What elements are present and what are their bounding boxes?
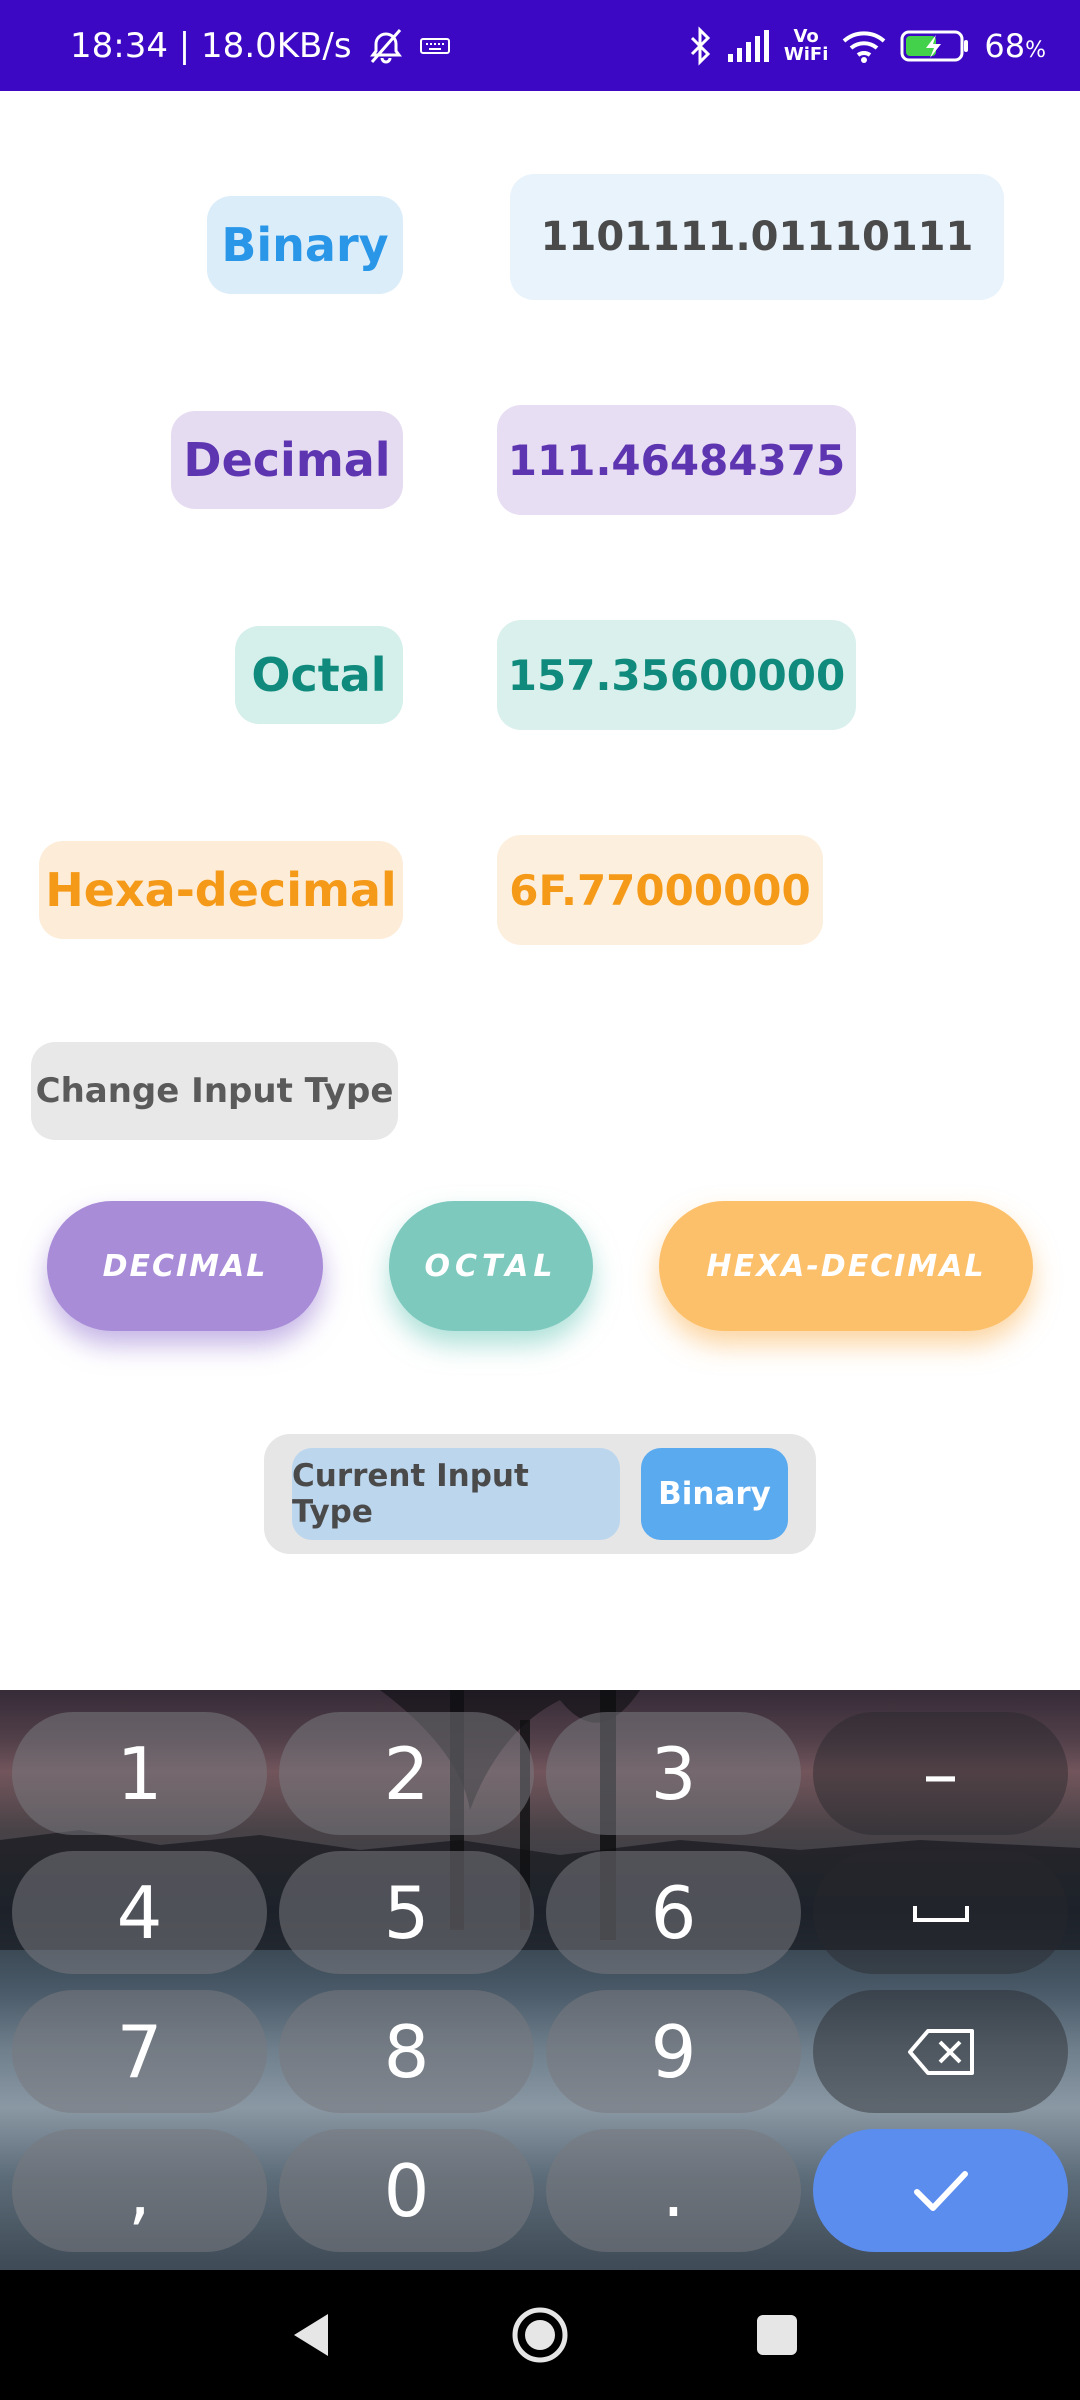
key-4[interactable]: 4: [12, 1851, 267, 1974]
back-icon[interactable]: [270, 2270, 350, 2400]
key-period[interactable]: .: [546, 2129, 801, 2252]
recents-icon[interactable]: [737, 2270, 817, 2400]
decimal-label: Decimal: [171, 411, 403, 509]
hexadecimal-label: Hexa-decimal: [39, 841, 403, 939]
key-9[interactable]: 9: [546, 1990, 801, 2113]
keyboard-icon: [419, 36, 450, 56]
key-2[interactable]: 2: [279, 1712, 534, 1835]
battery-level: 68%: [984, 26, 1046, 65]
hexadecimal-value: 6F.77000000: [497, 835, 823, 945]
key-done[interactable]: [813, 2129, 1068, 2252]
space-icon: [912, 1905, 969, 1922]
key-5[interactable]: 5: [279, 1851, 534, 1974]
key-7[interactable]: 7: [12, 1990, 267, 2113]
current-input-type-value: Binary: [641, 1448, 788, 1540]
battery-charging-icon: [900, 29, 970, 63]
home-icon[interactable]: [500, 2270, 580, 2400]
hexadecimal-input-button[interactable]: HEXA-DECIMAL: [659, 1201, 1033, 1331]
bluetooth-icon: [688, 25, 712, 66]
key-space[interactable]: [813, 1851, 1068, 1974]
key-minus[interactable]: –: [813, 1712, 1068, 1835]
vowifi-indicator: Vo WiFi: [783, 25, 829, 65]
status-bar: 18:34 | 18.0KB/s Vo WiFi 68%: [0, 0, 1080, 91]
binary-value: 1101111.01110111: [510, 174, 1004, 300]
navigation-bar: [0, 2270, 1080, 2400]
checkmark-icon: [913, 2170, 968, 2211]
octal-value: 157.35600000: [497, 620, 856, 730]
wifi-icon: [842, 29, 886, 63]
key-comma[interactable]: ,: [12, 2129, 267, 2252]
current-input-type-label: Current Input Type: [292, 1448, 620, 1540]
key-6[interactable]: 6: [546, 1851, 801, 1974]
change-input-type-label: Change Input Type: [31, 1042, 398, 1140]
decimal-value: 111.46484375: [497, 405, 856, 515]
key-backspace[interactable]: [813, 1990, 1068, 2113]
alarm-off-icon: [366, 26, 406, 66]
binary-label: Binary: [207, 196, 403, 294]
numeric-keyboard: 1 2 3 – 4 5 6 7 8 9 , 0 .: [0, 1690, 1080, 2270]
key-1[interactable]: 1: [12, 1712, 267, 1835]
key-3[interactable]: 3: [546, 1712, 801, 1835]
status-time-speed: 18:34 | 18.0KB/s: [70, 25, 352, 66]
decimal-input-button[interactable]: DECIMAL: [47, 1201, 323, 1331]
signal-icon: [726, 29, 770, 62]
octal-label: Octal: [235, 626, 403, 724]
octal-input-button[interactable]: OCTAL: [389, 1201, 593, 1331]
key-0[interactable]: 0: [279, 2129, 534, 2252]
key-8[interactable]: 8: [279, 1990, 534, 2113]
backspace-icon: [907, 2028, 974, 2075]
